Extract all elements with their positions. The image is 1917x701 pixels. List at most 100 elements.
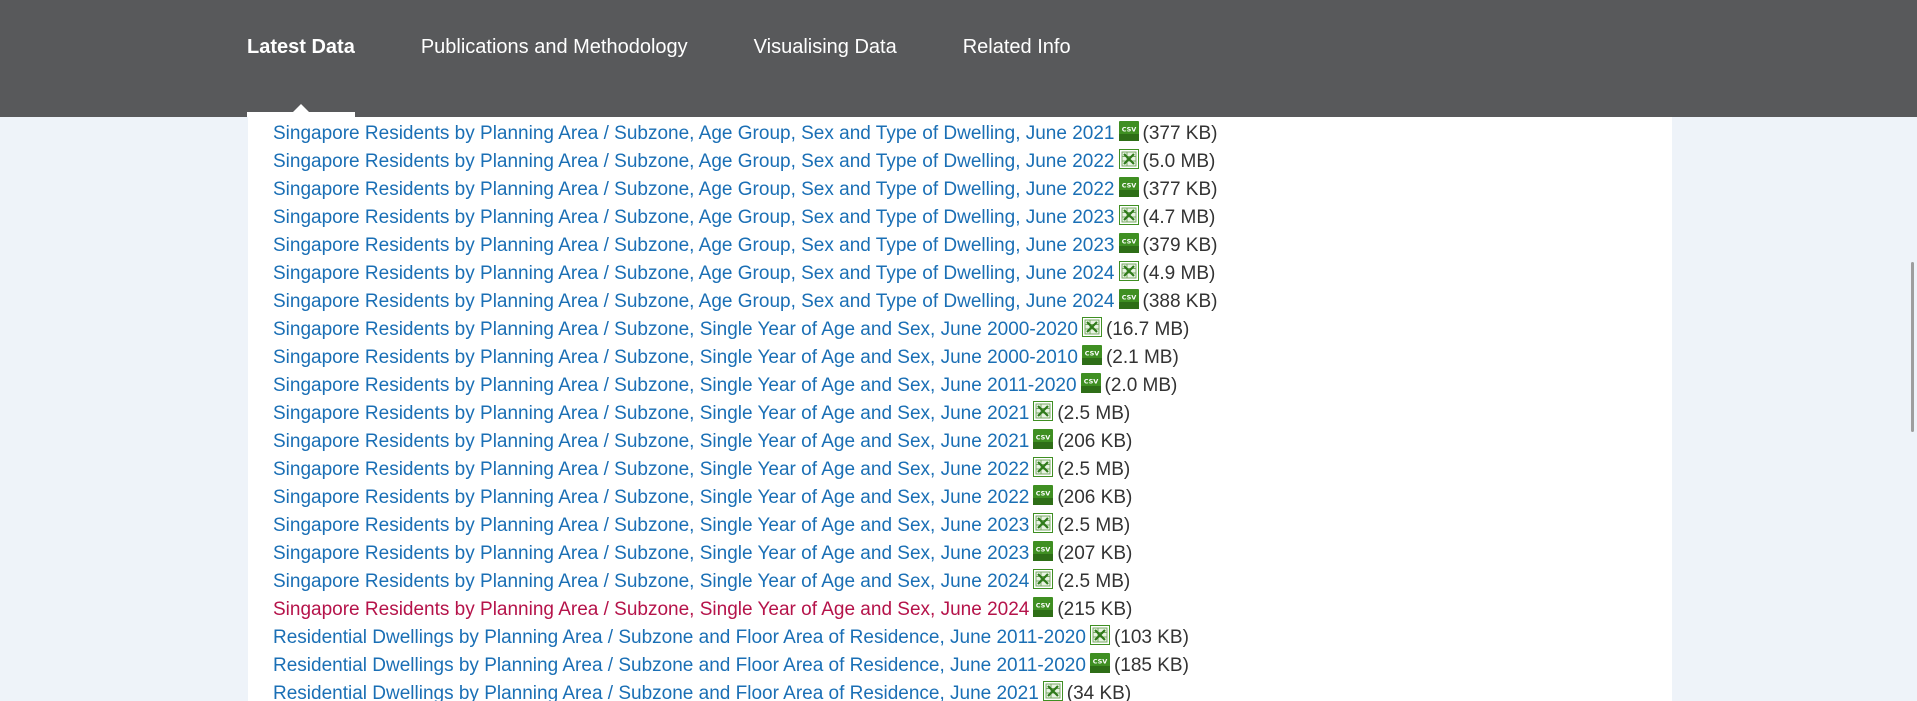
tab-bar: Latest Data Publications and Methodology… — [247, 0, 1137, 117]
file-list-item: Singapore Residents by Planning Area / S… — [273, 288, 1217, 316]
file-download-link[interactable]: Singapore Residents by Planning Area / S… — [273, 232, 1115, 260]
file-list-item: Singapore Residents by Planning Area / S… — [273, 484, 1217, 512]
file-download-link[interactable]: Singapore Residents by Planning Area / S… — [273, 316, 1078, 344]
file-download-link[interactable]: Singapore Residents by Planning Area / S… — [273, 148, 1115, 176]
file-download-link[interactable]: Singapore Residents by Planning Area / S… — [273, 428, 1029, 456]
file-download-link[interactable]: Singapore Residents by Planning Area / S… — [273, 204, 1115, 232]
file-size: (379 KB) — [1142, 235, 1218, 256]
file-size: (377 KB) — [1142, 179, 1218, 200]
file-list-item: Singapore Residents by Planning Area / S… — [273, 176, 1217, 204]
file-download-link[interactable]: Residential Dwellings by Planning Area /… — [273, 680, 1039, 701]
csv-icon[interactable]: CSV — [1033, 597, 1054, 617]
excel-icon[interactable] — [1033, 401, 1054, 421]
csv-icon[interactable]: CSV — [1080, 373, 1101, 393]
file-list-item: Singapore Residents by Planning Area / S… — [273, 260, 1217, 288]
tab-latest-data[interactable]: Latest Data — [247, 0, 355, 117]
file-download-link[interactable]: Singapore Residents by Planning Area / S… — [273, 512, 1029, 540]
file-list-item: Singapore Residents by Planning Area / S… — [273, 372, 1217, 400]
excel-icon[interactable] — [1033, 569, 1054, 589]
file-size: (388 KB) — [1142, 291, 1218, 312]
tab-publications-and-methodology[interactable]: Publications and Methodology — [421, 0, 688, 117]
svg-text:CSV: CSV — [1036, 546, 1051, 554]
file-download-list: Singapore Residents by Planning Area / S… — [273, 120, 1217, 701]
file-list-item: Singapore Residents by Planning Area / S… — [273, 148, 1217, 176]
excel-icon[interactable] — [1033, 457, 1054, 477]
file-list-item: Singapore Residents by Planning Area / S… — [273, 316, 1217, 344]
file-size: (2.5 MB) — [1057, 515, 1131, 536]
csv-icon[interactable]: CSV — [1033, 485, 1054, 505]
csv-icon[interactable]: CSV — [1118, 233, 1139, 253]
file-size: (185 KB) — [1113, 655, 1189, 676]
file-download-link[interactable]: Singapore Residents by Planning Area / S… — [273, 568, 1029, 596]
svg-text:CSV: CSV — [1036, 602, 1051, 610]
file-download-link[interactable]: Singapore Residents by Planning Area / S… — [273, 120, 1115, 148]
file-list-item: Singapore Residents by Planning Area / S… — [273, 344, 1217, 372]
svg-text:CSV: CSV — [1085, 350, 1100, 358]
file-size: (206 KB) — [1057, 431, 1133, 452]
file-download-link[interactable]: Singapore Residents by Planning Area / S… — [273, 288, 1115, 316]
csv-icon[interactable]: CSV — [1089, 653, 1110, 673]
csv-icon[interactable]: CSV — [1118, 177, 1139, 197]
file-size: (4.7 MB) — [1142, 207, 1216, 228]
file-download-link[interactable]: Singapore Residents by Planning Area / S… — [273, 400, 1029, 428]
file-list-item: Singapore Residents by Planning Area / S… — [273, 428, 1217, 456]
file-download-link[interactable]: Singapore Residents by Planning Area / S… — [273, 372, 1077, 400]
file-list-item: Residential Dwellings by Planning Area /… — [273, 624, 1217, 652]
top-navigation-bar: Latest Data Publications and Methodology… — [0, 0, 1917, 117]
file-size: (4.9 MB) — [1142, 263, 1216, 284]
file-list-item: Singapore Residents by Planning Area / S… — [273, 596, 1217, 624]
file-download-link[interactable]: Singapore Residents by Planning Area / S… — [273, 260, 1115, 288]
svg-text:CSV: CSV — [1036, 434, 1051, 442]
file-download-link[interactable]: Residential Dwellings by Planning Area /… — [273, 624, 1086, 652]
file-size: (2.1 MB) — [1105, 347, 1179, 368]
file-size: (2.5 MB) — [1057, 571, 1131, 592]
csv-icon[interactable]: CSV — [1033, 541, 1054, 561]
file-size: (5.0 MB) — [1142, 151, 1216, 172]
file-size: (34 KB) — [1066, 683, 1132, 701]
file-size: (207 KB) — [1057, 543, 1133, 564]
svg-text:CSV: CSV — [1121, 182, 1136, 190]
csv-icon[interactable]: CSV — [1118, 121, 1139, 141]
content-panel: Singapore Residents by Planning Area / S… — [248, 117, 1672, 701]
file-size: (206 KB) — [1057, 487, 1133, 508]
excel-icon[interactable] — [1081, 317, 1102, 337]
csv-icon[interactable]: CSV — [1033, 429, 1054, 449]
tab-visualising-data[interactable]: Visualising Data — [754, 0, 897, 117]
file-download-link[interactable]: Singapore Residents by Planning Area / S… — [273, 596, 1029, 624]
file-download-link[interactable]: Singapore Residents by Planning Area / S… — [273, 540, 1029, 568]
file-download-link[interactable]: Singapore Residents by Planning Area / S… — [273, 484, 1029, 512]
csv-icon[interactable]: CSV — [1118, 289, 1139, 309]
file-list-item: Singapore Residents by Planning Area / S… — [273, 400, 1217, 428]
file-download-link[interactable]: Singapore Residents by Planning Area / S… — [273, 176, 1115, 204]
file-download-link[interactable]: Residential Dwellings by Planning Area /… — [273, 652, 1086, 680]
file-list-item: Singapore Residents by Planning Area / S… — [273, 204, 1217, 232]
file-download-link[interactable]: Singapore Residents by Planning Area / S… — [273, 456, 1029, 484]
excel-icon[interactable] — [1118, 205, 1139, 225]
svg-text:CSV: CSV — [1036, 490, 1051, 498]
file-list-item: Residential Dwellings by Planning Area /… — [273, 652, 1217, 680]
file-list-item: Singapore Residents by Planning Area / S… — [273, 540, 1217, 568]
svg-text:CSV: CSV — [1121, 294, 1136, 302]
file-size: (16.7 MB) — [1105, 319, 1190, 340]
file-download-link[interactable]: Singapore Residents by Planning Area / S… — [273, 344, 1078, 372]
svg-text:CSV: CSV — [1083, 378, 1098, 386]
file-list-item: Singapore Residents by Planning Area / S… — [273, 120, 1217, 148]
svg-text:CSV: CSV — [1093, 658, 1108, 666]
file-size: (377 KB) — [1142, 123, 1218, 144]
excel-icon[interactable] — [1042, 681, 1063, 701]
file-list-item: Singapore Residents by Planning Area / S… — [273, 232, 1217, 260]
file-size: (2.0 MB) — [1104, 375, 1178, 396]
excel-icon[interactable] — [1089, 625, 1110, 645]
svg-text:CSV: CSV — [1121, 238, 1136, 246]
svg-text:CSV: CSV — [1121, 126, 1136, 134]
csv-icon[interactable]: CSV — [1081, 345, 1102, 365]
tab-related-info[interactable]: Related Info — [963, 0, 1071, 117]
excel-icon[interactable] — [1118, 261, 1139, 281]
file-size: (2.5 MB) — [1057, 403, 1131, 424]
file-list-item: Singapore Residents by Planning Area / S… — [273, 456, 1217, 484]
page-scrollbar-thumb[interactable] — [1911, 262, 1914, 432]
excel-icon[interactable] — [1033, 513, 1054, 533]
file-size: (2.5 MB) — [1057, 459, 1131, 480]
excel-icon[interactable] — [1118, 149, 1139, 169]
file-size: (215 KB) — [1057, 599, 1133, 620]
